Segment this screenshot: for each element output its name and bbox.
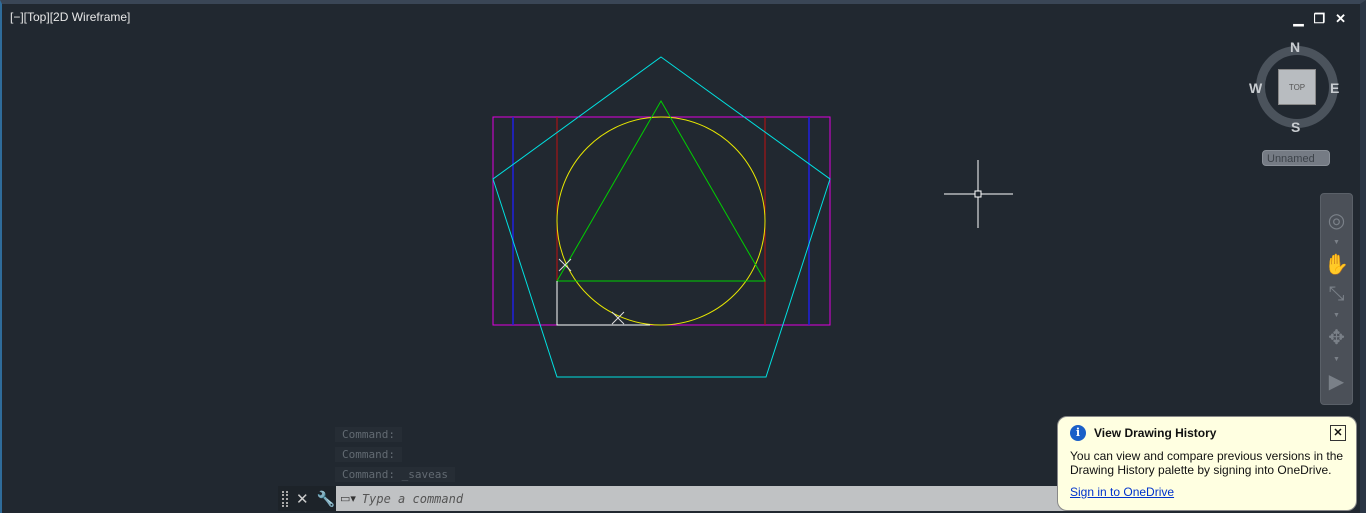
- close-notification-button[interactable]: ✕: [1330, 425, 1346, 441]
- notification-body: You can view and compare previous versio…: [1070, 449, 1344, 477]
- sign-in-link[interactable]: Sign in to OneDrive: [1070, 485, 1344, 499]
- viewcube-top-face[interactable]: TOP: [1278, 69, 1316, 105]
- terminal-icon[interactable]: ▭▾: [340, 492, 356, 505]
- magenta-rectangle: [492, 116, 831, 326]
- yellow-circle: [556, 116, 766, 326]
- command-history-line: Command: _saveas: [335, 467, 455, 482]
- notification-title: View Drawing History: [1094, 426, 1217, 440]
- white-lines: [556, 281, 650, 326]
- compass-north[interactable]: N: [1290, 39, 1300, 55]
- cyan-pentagon: [492, 56, 831, 378]
- command-input[interactable]: ▭▾ Type a command: [336, 486, 1086, 511]
- pan-hand-icon[interactable]: ✋: [1324, 252, 1349, 277]
- showmotion-icon[interactable]: ▶: [1329, 369, 1344, 394]
- chevron-down-icon[interactable]: ▼: [1333, 312, 1340, 319]
- wrench-icon[interactable]: 🔧: [317, 490, 336, 508]
- chevron-down-icon[interactable]: ▼: [1333, 239, 1340, 246]
- ucs-dropdown[interactable]: Unnamed: [1262, 150, 1330, 166]
- close-icon[interactable]: ✕: [296, 490, 309, 508]
- orbit-icon[interactable]: ✥: [1328, 325, 1345, 350]
- compass-east[interactable]: E: [1330, 80, 1339, 96]
- compass-west[interactable]: W: [1249, 80, 1262, 96]
- viewcube[interactable]: TOP N S E W: [1249, 39, 1342, 135]
- grip-handle[interactable]: [282, 490, 288, 507]
- notification-bubble: i View Drawing History ✕ You can view and…: [1057, 416, 1357, 511]
- snap-marker: [558, 258, 625, 325]
- crosshair-cursor: [944, 160, 1013, 228]
- steering-wheel-icon[interactable]: ◎: [1328, 208, 1345, 233]
- chevron-down-icon[interactable]: ▼: [1333, 356, 1340, 363]
- zoom-extents-icon[interactable]: ⤡: [1329, 283, 1345, 306]
- navigation-bar: ◎ ▼ ✋ ⤡ ▼ ✥ ▼ ▶: [1320, 193, 1353, 405]
- info-icon: i: [1070, 425, 1086, 441]
- command-line: ✕ 🔧 ▭▾ Type a command: [278, 486, 1086, 511]
- command-placeholder: Type a command: [361, 491, 464, 506]
- command-history-line: Command:: [335, 447, 402, 462]
- green-triangle: [556, 100, 766, 282]
- command-history-line: Command:: [335, 427, 402, 442]
- compass-south[interactable]: S: [1291, 119, 1300, 135]
